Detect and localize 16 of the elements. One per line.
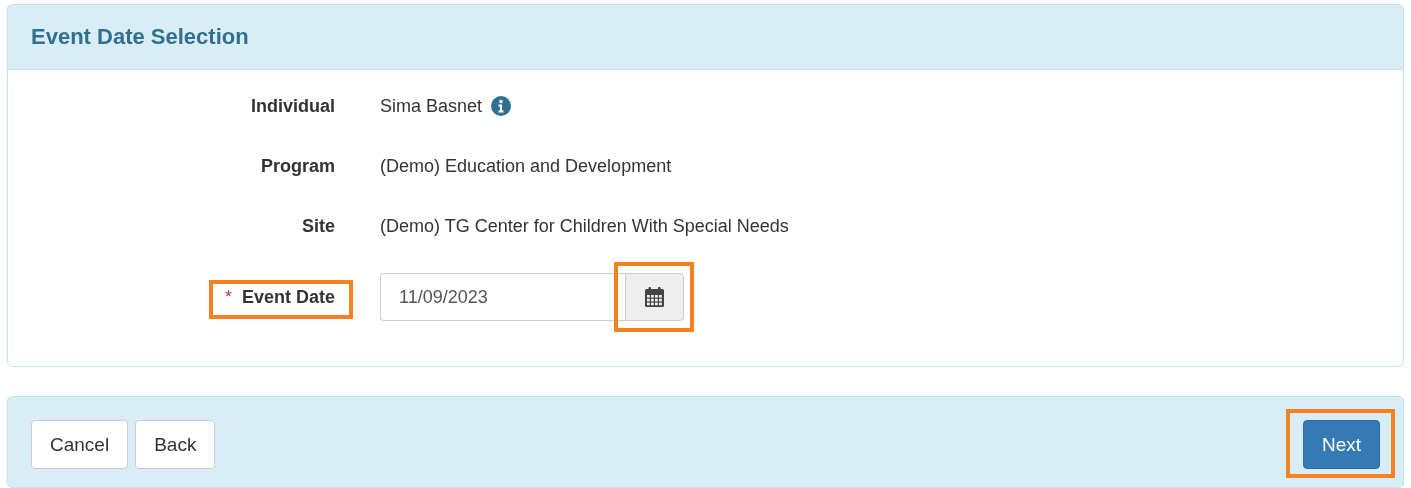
back-button[interactable]: Back [135,420,216,469]
required-mark: * [224,286,232,308]
field-value: (Demo) TG Center for Children With Special Needs [380,215,789,237]
info-icon[interactable] [491,96,512,116]
field-value: Sima Basnet [380,95,483,117]
field-value: (Demo) Education and Development [380,155,672,177]
field-label: Program [260,155,336,177]
field-label: * Event Date [224,286,336,308]
field-label: Individual [251,95,336,117]
calendar-button[interactable] [625,273,684,321]
panel-title: Event Date Selection [31,24,249,50]
field-label: Site [302,215,336,237]
next-button[interactable]: Next [1302,420,1380,469]
cancel-button[interactable]: Cancel [31,420,129,469]
date-field[interactable]: 11/09/2023 [380,273,625,321]
calendar-icon [645,287,664,307]
